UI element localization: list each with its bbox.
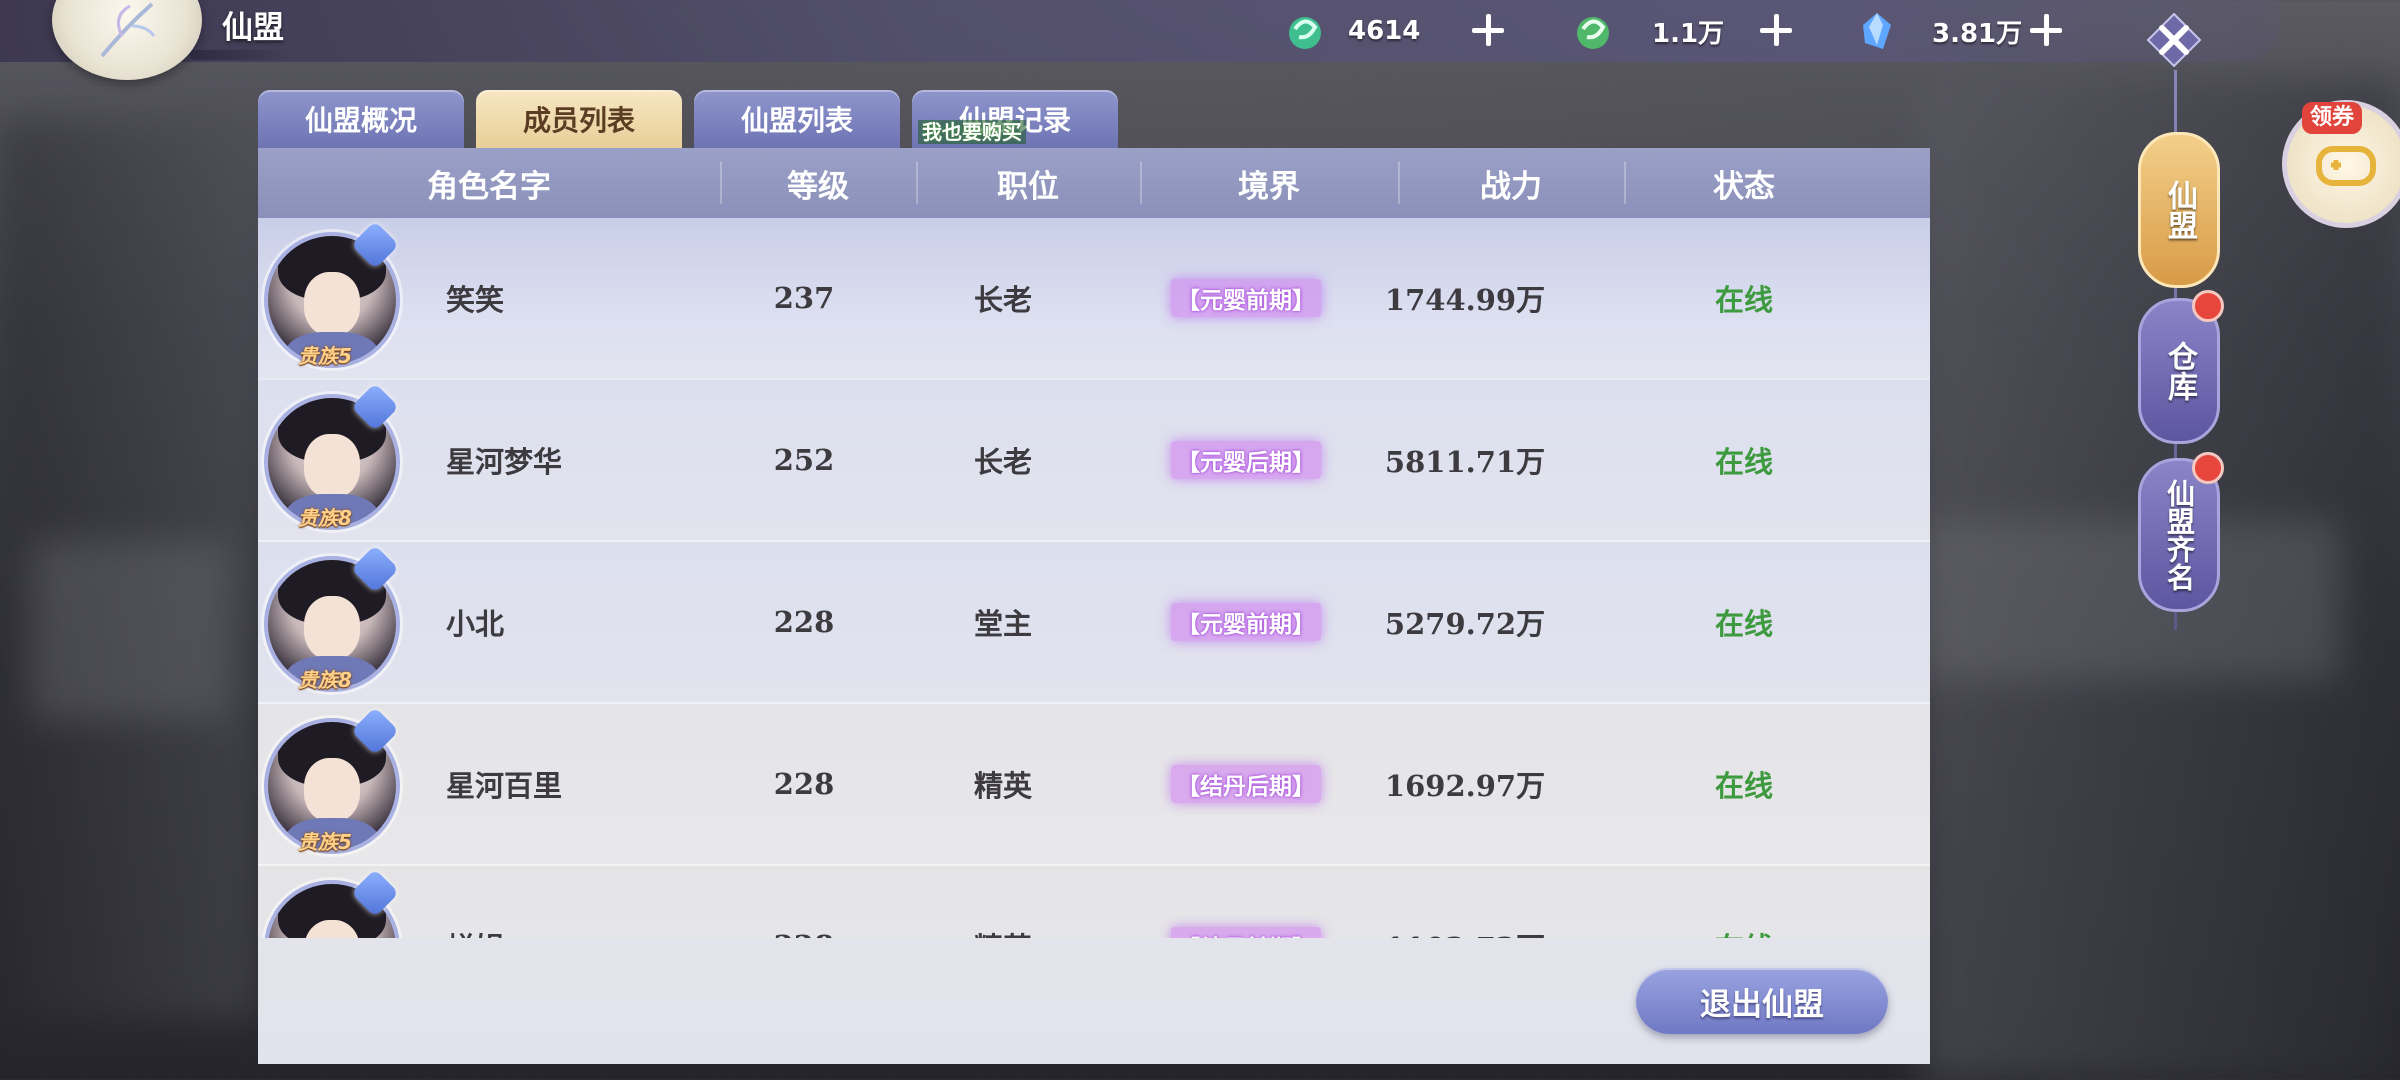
side-nav-alliance[interactable]: 仙盟 <box>2138 132 2220 288</box>
page-title: 仙盟 <box>222 10 284 46</box>
green-dragon-icon <box>1570 8 1616 54</box>
member-status: 在线 <box>1624 866 1864 938</box>
member-power: 1744.99万 <box>1384 283 1546 317</box>
plus-icon <box>1758 12 1794 48</box>
background-floor-glow <box>1920 520 2340 680</box>
member-status: 在线 <box>1714 283 1773 317</box>
close-icon <box>2146 12 2202 68</box>
member-power: 1692.97万 <box>1384 769 1546 803</box>
plus-icon <box>2028 12 2064 48</box>
member-name: 蝉娟 <box>446 866 504 938</box>
close-button[interactable] <box>2144 10 2204 70</box>
member-role: 精英 <box>918 866 1088 938</box>
member-name: 小北 <box>446 607 505 641</box>
table-row[interactable]: 贵族5 星河百里 228 精英 【结丹后期】 1692.97万 在线 <box>258 704 1930 866</box>
member-level: 228 <box>773 767 835 801</box>
alliance-emblem <box>52 0 202 80</box>
member-realm-cell: 【元婴后期】 <box>1138 380 1354 540</box>
member-realm-cell: 【元婴前期】 <box>1138 542 1354 702</box>
vip-badge: 贵族8 <box>298 506 352 530</box>
member-power: 5811.71万 <box>1384 445 1546 479</box>
vip-badge: 贵族5 <box>298 830 352 854</box>
resource-value: 3.81万 <box>1932 18 2023 49</box>
leave-alliance-button[interactable]: 退出仙盟 <box>1636 968 1888 1034</box>
header-realm: 境界 <box>1238 168 1300 205</box>
header-status: 状态 <box>1713 168 1775 205</box>
side-nav-label: 仓库 <box>2162 341 2197 401</box>
vip-badge: 贵族8 <box>298 668 352 692</box>
member-name: 笑笑 <box>446 283 505 317</box>
member-realm-cell: 【元婴前期】 <box>1138 218 1354 378</box>
member-list-panel: 角色名字 等级 职位 境界 战力 状态 贵族5 笑笑 237 长老 【元婴前期】… <box>258 148 1930 1064</box>
member-level: 237 <box>773 281 835 315</box>
member-role: 长老 <box>973 283 1032 317</box>
tab-alliance-list[interactable]: 仙盟列表 <box>694 90 900 148</box>
jade-dragon-icon <box>1282 8 1328 54</box>
member-role: 堂主 <box>973 607 1032 641</box>
member-realm: 【结丹后期】 <box>1171 765 1321 803</box>
tab-member-list[interactable]: 成员列表 <box>476 90 682 148</box>
header-power: 战力 <box>1480 168 1542 205</box>
table-row[interactable]: 贵族8 小北 228 堂主 【元婴前期】 5279.72万 在线 <box>258 542 1930 704</box>
purchase-notice: 我也要购买 <box>918 120 1026 144</box>
member-status: 在线 <box>1714 607 1773 641</box>
member-list[interactable]: 贵族5 笑笑 237 长老 【元婴前期】 1744.99万 在线 贵族8 星河梦… <box>258 218 1930 938</box>
resource-dragon: 1.1万 <box>1570 6 1724 56</box>
member-name: 星河百里 <box>446 769 563 803</box>
table-header: 角色名字 等级 职位 境界 战力 状态 <box>258 148 1930 218</box>
member-level: 228 <box>732 866 876 938</box>
member-realm: 【元婴后期】 <box>1171 441 1321 479</box>
resource-value: 4614 <box>1348 16 1421 46</box>
member-realm-cell: 【结丹前期】 <box>1138 866 1354 938</box>
resource-crystal: 3.81万 <box>1854 6 2022 56</box>
member-status: 在线 <box>1714 769 1773 803</box>
member-name: 星河梦华 <box>446 445 563 479</box>
notification-dot <box>2192 452 2224 484</box>
bamboo-emblem-icon <box>100 2 156 58</box>
table-row[interactable]: 贵族5 笑笑 237 长老 【元婴前期】 1744.99万 在线 <box>258 218 1930 380</box>
side-nav-label: 仙盟 <box>2162 180 2197 240</box>
member-status: 在线 <box>1714 445 1773 479</box>
plus-icon <box>1470 12 1506 48</box>
member-level: 228 <box>773 605 835 639</box>
coupon-label: 领券 <box>2302 102 2363 134</box>
member-power: 5279.72万 <box>1384 607 1546 641</box>
member-role: 长老 <box>973 445 1032 479</box>
notification-dot <box>2192 290 2224 322</box>
member-realm: 【结丹前期】 <box>1171 927 1321 938</box>
resource-value: 1.1万 <box>1652 18 1725 49</box>
member-realm: 【元婴前期】 <box>1171 603 1321 641</box>
header-name: 角色名字 <box>427 168 551 205</box>
title-underline <box>190 50 290 60</box>
tab-alliance-overview[interactable]: 仙盟概况 <box>258 90 464 148</box>
resource-jade: 4614 <box>1282 6 1420 56</box>
side-nav-label: 仙盟齐名 <box>2163 479 2196 591</box>
member-realm-cell: 【结丹后期】 <box>1138 704 1354 864</box>
table-row[interactable]: 蝉娟 228 精英 【结丹前期】 1102.72万 在线 <box>258 866 1930 938</box>
member-power: 1102.72万 <box>1348 866 1582 938</box>
background-pillar <box>30 540 230 720</box>
vip-badge: 贵族5 <box>298 344 352 368</box>
member-level: 252 <box>773 443 835 477</box>
blue-crystal-icon <box>1854 8 1900 54</box>
table-row[interactable]: 贵族8 星河梦华 252 长老 【元婴后期】 5811.71万 在线 <box>258 380 1930 542</box>
header-level: 等级 <box>787 168 849 205</box>
member-realm: 【元婴前期】 <box>1171 279 1321 317</box>
member-role: 精英 <box>973 769 1032 803</box>
header-role: 职位 <box>997 168 1059 205</box>
